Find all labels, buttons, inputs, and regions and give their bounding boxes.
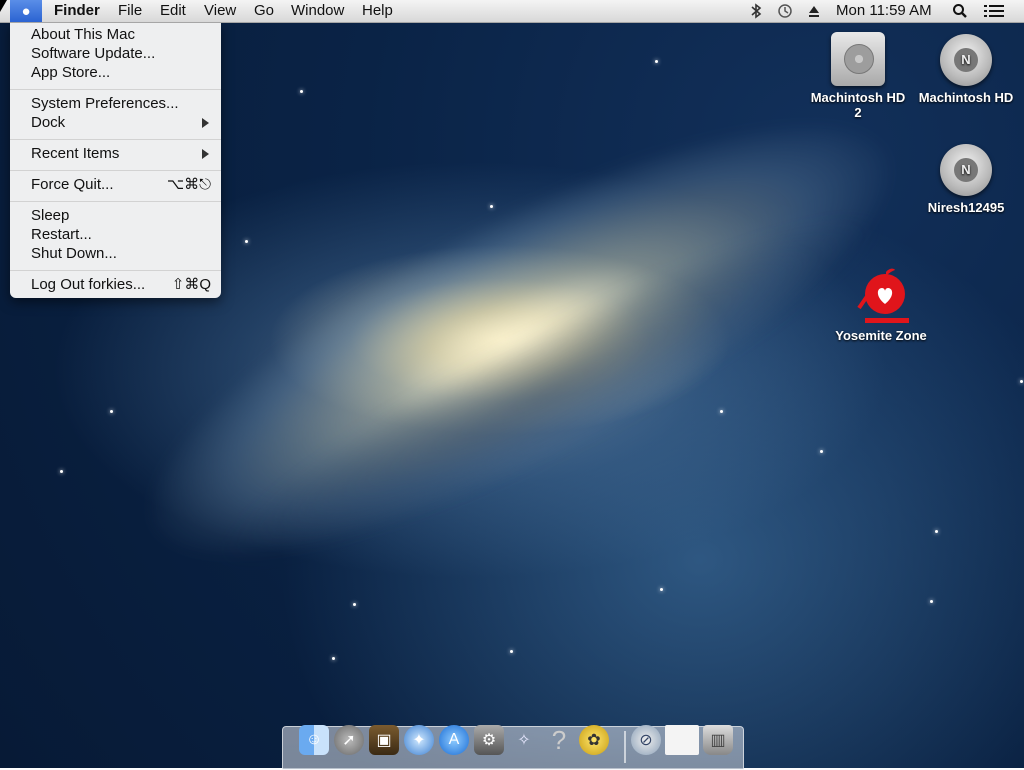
- desktop-icon-machintosh-hd[interactable]: N Machintosh HD: [916, 34, 1016, 105]
- yosemite-zone-icon: [851, 268, 911, 324]
- desktop-icon-label: Machintosh HD: [918, 90, 1014, 105]
- menu-item-label: Sleep: [31, 207, 70, 224]
- apple-menu-button[interactable]: ●: [10, 0, 42, 22]
- star: [353, 603, 356, 606]
- apple-menu-dropdown: About This Mac Software Update... App St…: [10, 22, 221, 298]
- eject-icon[interactable]: [806, 3, 822, 19]
- star: [490, 205, 493, 208]
- mouse-pointer-icon: [0, 0, 7, 12]
- star: [935, 530, 938, 533]
- menu-item-recent-items[interactable]: Recent Items: [31, 144, 211, 163]
- menu-item-shut-down[interactable]: Shut Down...: [31, 244, 211, 263]
- dock-divider: [624, 731, 626, 763]
- menu-item-label: Software Update...: [31, 45, 156, 62]
- wizard-icon[interactable]: ✧: [509, 725, 539, 755]
- downloads-stack-icon[interactable]: ⊘: [631, 725, 661, 755]
- menubar-clock[interactable]: Mon 11:59 AM: [836, 2, 932, 20]
- trash-icon[interactable]: ▥: [703, 725, 733, 755]
- hard-drive-icon: [831, 32, 885, 86]
- menu-item-log-out[interactable]: Log Out forkies... ⇧⌘Q: [31, 275, 211, 294]
- desktop-icon-machintosh-hd-2[interactable]: Machintosh HD 2: [808, 32, 908, 120]
- menu-view[interactable]: View: [204, 2, 236, 20]
- desktop-icon-label: Yosemite Zone: [835, 328, 927, 343]
- star: [60, 470, 63, 473]
- menu-item-label: Recent Items: [31, 145, 120, 162]
- app-menu-finder[interactable]: Finder: [54, 2, 100, 20]
- submenu-arrow-icon: [202, 118, 209, 128]
- desktop-icon-yosemite-zone[interactable]: Yosemite Zone: [831, 268, 931, 343]
- star: [655, 60, 658, 63]
- star: [720, 410, 723, 413]
- spotlight-icon[interactable]: [952, 3, 968, 19]
- desktop-icon-label: Machintosh HD 2: [810, 90, 906, 120]
- menu-item-about-this-mac[interactable]: About This Mac: [31, 25, 211, 44]
- submenu-arrow-icon: [202, 149, 209, 159]
- dock: ☺ ➚ ▣ ✦ A ⚙ ✧ ? ✿ ⊘ ▥: [282, 725, 744, 770]
- disk-icon: N: [940, 144, 992, 196]
- star: [660, 588, 663, 591]
- menu-item-label: Force Quit...: [31, 176, 114, 193]
- menu-item-label: App Store...: [31, 64, 111, 81]
- star: [930, 600, 933, 603]
- document-stack-icon[interactable]: [665, 725, 699, 755]
- menu-separator: [10, 170, 221, 171]
- system-preferences-icon[interactable]: ⚙: [474, 725, 504, 755]
- launchpad-icon[interactable]: ➚: [334, 725, 364, 755]
- help-icon[interactable]: ?: [544, 725, 574, 755]
- menu-separator: [10, 201, 221, 202]
- menu-item-force-quit[interactable]: Force Quit... ⌥⌘⎋: [31, 175, 211, 194]
- menu-item-software-update[interactable]: Software Update...: [31, 44, 211, 63]
- menu-window[interactable]: Window: [291, 2, 344, 20]
- menu-separator: [10, 89, 221, 90]
- menu-item-label: Log Out forkies...: [31, 276, 146, 293]
- star: [332, 657, 335, 660]
- apple-logo-icon: ●: [21, 2, 31, 20]
- notification-center-icon[interactable]: [984, 3, 1004, 19]
- menu-item-app-store[interactable]: App Store...: [31, 63, 211, 82]
- bluetooth-icon[interactable]: [748, 3, 764, 19]
- menu-item-label: Shut Down...: [31, 245, 117, 262]
- photo-booth-icon[interactable]: ▣: [369, 725, 399, 755]
- menu-file[interactable]: File: [118, 2, 142, 20]
- menu-item-dock[interactable]: Dock: [31, 113, 211, 132]
- bee-icon[interactable]: ✿: [579, 725, 609, 755]
- menu-bar: ● Finder File Edit View Go Window Help M…: [0, 0, 1024, 23]
- finder-icon[interactable]: ☺: [299, 725, 329, 755]
- menu-item-shortcut: ⇧⌘Q: [171, 276, 211, 293]
- app-store-icon[interactable]: A: [439, 725, 469, 755]
- safari-icon[interactable]: ✦: [404, 725, 434, 755]
- desktop-icon-niresh12495[interactable]: N Niresh12495: [916, 144, 1016, 215]
- menu-item-restart[interactable]: Restart...: [31, 225, 211, 244]
- menu-item-sleep[interactable]: Sleep: [31, 206, 211, 225]
- menu-item-label: Restart...: [31, 226, 92, 243]
- time-machine-icon[interactable]: [777, 3, 793, 19]
- menu-go[interactable]: Go: [254, 2, 274, 20]
- star: [1020, 380, 1023, 383]
- menu-separator: [10, 270, 221, 271]
- disk-icon: N: [940, 34, 992, 86]
- menu-separator: [10, 139, 221, 140]
- menu-item-label: About This Mac: [31, 26, 135, 43]
- star: [820, 450, 823, 453]
- menu-edit[interactable]: Edit: [160, 2, 186, 20]
- star: [300, 90, 303, 93]
- star: [245, 240, 248, 243]
- desktop-icon-label: Niresh12495: [927, 200, 1005, 215]
- star: [510, 650, 513, 653]
- menu-item-system-preferences[interactable]: System Preferences...: [31, 94, 211, 113]
- menu-item-shortcut: ⌥⌘⎋: [166, 176, 211, 193]
- menu-help[interactable]: Help: [362, 2, 393, 20]
- menu-item-label: Dock: [31, 114, 66, 131]
- menu-item-label: System Preferences...: [31, 95, 179, 112]
- star: [110, 410, 113, 413]
